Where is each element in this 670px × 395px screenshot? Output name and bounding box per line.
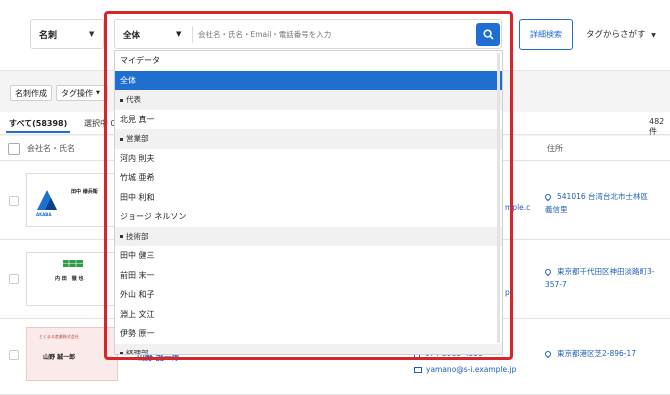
chevron-down-icon: ▼: [96, 90, 100, 96]
row-checkbox[interactable]: [9, 274, 19, 284]
tab-active-indicator: [6, 131, 70, 133]
address-text: 541016 台湾台北市士林區義信里: [545, 192, 649, 214]
card-person-text: 田中 様兵衛: [71, 189, 98, 195]
highlight-frame: [104, 11, 513, 360]
tag-search-dropdown[interactable]: タグからさがす ▼: [586, 28, 656, 40]
location-pin-icon: [543, 267, 553, 277]
address-text: 東京都千代田区神田淡路町3-357-7: [545, 267, 655, 289]
location-pin-icon: [543, 192, 553, 202]
email-text: yamano@s-i.example.jp: [426, 365, 517, 374]
tag-ops-label: タグ操作: [61, 88, 93, 98]
mail-icon: [414, 367, 422, 373]
select-all-checkbox[interactable]: [8, 143, 20, 155]
results-count: 482 件: [649, 117, 665, 136]
card-company-text: とくまる産業株式会社: [39, 334, 79, 339]
row-checkbox[interactable]: [9, 196, 19, 206]
category-select-label: 名刺: [39, 31, 58, 41]
chevron-down-icon: ▼: [651, 32, 656, 39]
location-pin-icon: [543, 349, 553, 359]
email-link[interactable]: yamano@s-i.example.jp: [414, 365, 516, 374]
address-cell: 541016 台湾台北市士林區義信里: [543, 190, 655, 216]
tab-all[interactable]: すべて(58398): [9, 118, 67, 129]
advanced-search-button[interactable]: 詳細検索: [519, 19, 573, 50]
card-person-text: 山野 誠一郎: [43, 354, 76, 361]
tag-search-label: タグからさがす: [586, 30, 646, 40]
card-person-text: 内 田 徹 也: [55, 276, 84, 282]
address-cell: 東京都千代田区神田淡路町3-357-7: [543, 265, 655, 291]
column-header-address: 住所: [547, 144, 563, 153]
card-company-text: AKABA: [36, 212, 52, 217]
address-text: 東京都港区芝2-896-17: [557, 349, 637, 358]
app-page: 名刺 ▼ 詳細検索 タグからさがす ▼ 名刺作成 タグ操作 ▼ すべて(5839…: [0, 0, 670, 395]
tag-ops-button[interactable]: タグ操作 ▼: [56, 85, 108, 101]
address-cell: 東京都港区芝2-896-17: [543, 347, 655, 360]
chevron-down-icon: ▼: [89, 30, 95, 38]
category-select[interactable]: 名刺 ▼: [30, 19, 104, 49]
create-card-button[interactable]: 名刺作成: [10, 85, 52, 101]
row-checkbox[interactable]: [9, 350, 19, 360]
column-header-name: 会社名・氏名: [27, 144, 75, 153]
